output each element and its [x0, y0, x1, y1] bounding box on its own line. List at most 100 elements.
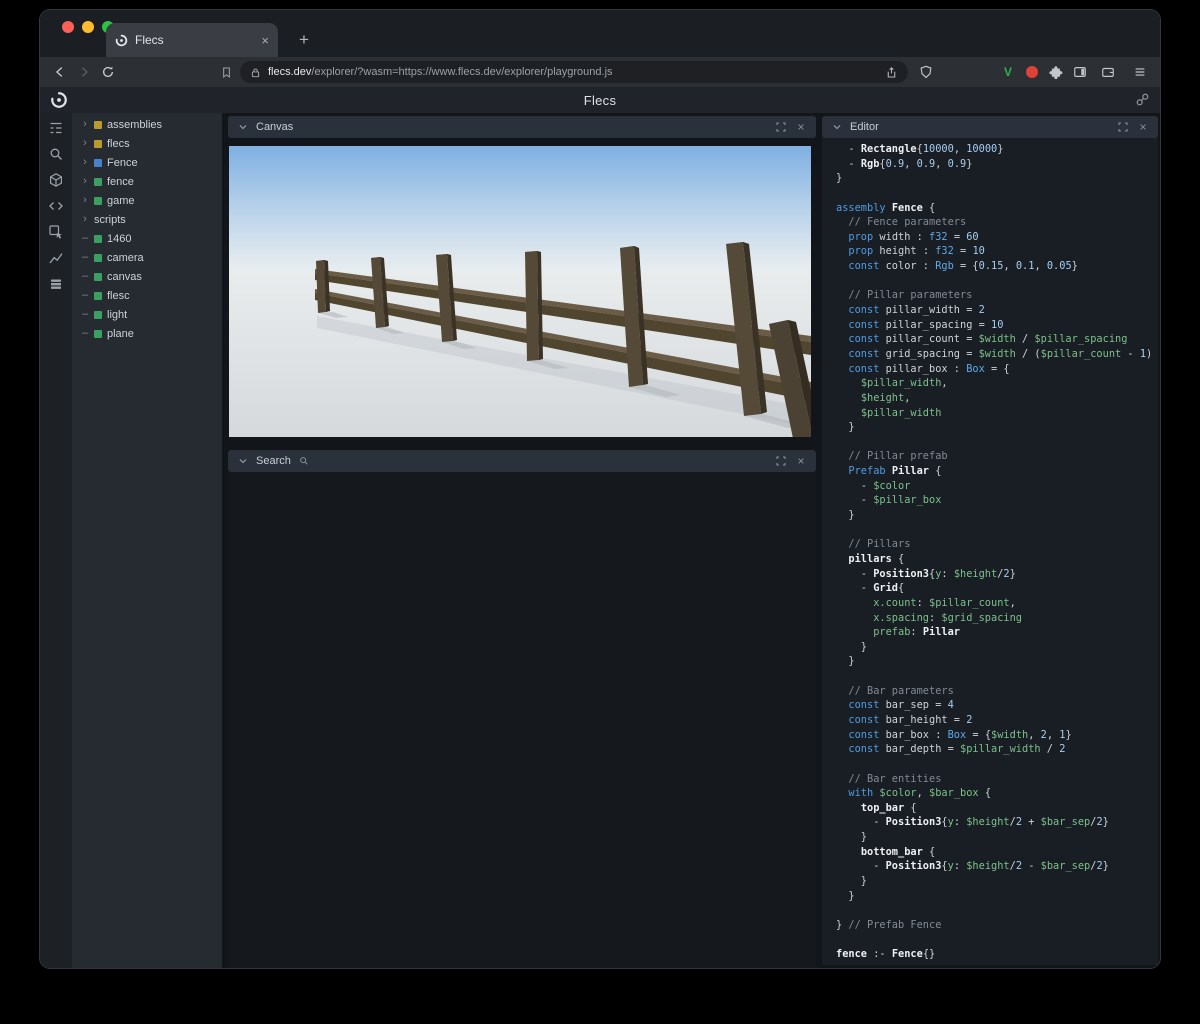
code-line: bottom_bar { [860, 845, 936, 858]
inspect-icon[interactable] [46, 222, 66, 242]
search-panel: Search × [228, 450, 816, 968]
code-line: } [836, 509, 855, 522]
editor-panel-title: Editor [850, 121, 879, 133]
entity-color-square [94, 253, 102, 262]
search-results-area[interactable] [228, 472, 816, 968]
tree-item-flecs[interactable]: › flecs [72, 134, 222, 153]
code-line: x.count: $pillar_count, [873, 596, 1016, 609]
share-icon[interactable] [885, 66, 898, 79]
close-icon[interactable]: × [794, 454, 808, 468]
tree-item-label: canvas [107, 270, 142, 283]
close-icon[interactable]: × [1136, 120, 1150, 134]
code-icon[interactable] [46, 196, 66, 216]
link-icon[interactable] [1135, 92, 1150, 107]
code-line: prop width : f32 = 60 [848, 230, 979, 243]
tree-item-canvas[interactable]: – canvas [72, 267, 222, 286]
code-editor[interactable]: - Rectangle{10000, 10000} - Rgb{0.9, 0.9… [822, 138, 1158, 965]
extension-red-icon[interactable] [1022, 62, 1042, 82]
flecs-logo-icon[interactable] [50, 91, 68, 109]
expand-arrow-icon[interactable]: › [81, 195, 89, 206]
editor-panel-header[interactable]: Editor × [822, 116, 1158, 138]
tree-item-label: flesc [107, 289, 130, 302]
fence-scene [229, 146, 811, 437]
expand-arrow-icon[interactable]: › [81, 157, 89, 168]
tree-item-Fence[interactable]: › Fence [72, 153, 222, 172]
browser-tab[interactable]: Flecs × [106, 23, 278, 57]
canvas-panel-header[interactable]: Canvas × [228, 116, 816, 138]
entity-color-square [94, 196, 102, 205]
expand-icon[interactable] [774, 454, 788, 468]
code-line: const grid_spacing = $width / ($pillar_c… [848, 347, 1153, 360]
window-minimize-button[interactable] [82, 21, 94, 33]
shield-icon[interactable] [916, 62, 936, 82]
code-line: } [836, 655, 855, 668]
hierarchy-icon[interactable] [46, 118, 66, 138]
expand-icon[interactable] [774, 120, 788, 134]
code-line: pillars { [848, 552, 905, 565]
tree-item-game[interactable]: › game [72, 191, 222, 210]
puzzle-icon[interactable] [1046, 62, 1066, 82]
code-line: - Rectangle{10000, 10000} [836, 143, 1004, 155]
menu-icon[interactable] [1130, 62, 1150, 82]
code-line: } [836, 889, 855, 902]
code-line: const pillar_box : Box = { [848, 362, 1010, 375]
expand-arrow-icon[interactable]: › [81, 214, 89, 225]
code-line: const bar_height = 2 [848, 713, 973, 726]
url-bar[interactable]: flecs.dev/explorer/?wasm=https://www.fle… [240, 61, 908, 83]
expand-arrow-icon[interactable]: › [81, 138, 89, 149]
chevron-down-icon[interactable] [236, 454, 250, 468]
expand-arrow-icon[interactable]: › [81, 176, 89, 187]
entity-color-square [94, 177, 102, 186]
chevron-down-icon[interactable] [236, 120, 250, 134]
expand-arrow-icon[interactable]: › [81, 119, 89, 130]
tree-item-light[interactable]: – light [72, 305, 222, 324]
code-line: - $pillar_box [836, 494, 942, 507]
forward-icon[interactable] [74, 62, 94, 82]
code-line: fence :- Fence{} [836, 948, 936, 961]
tree-item-1460[interactable]: – 1460 [72, 229, 222, 248]
code-line: $height, [860, 391, 911, 404]
3d-viewport[interactable] [229, 146, 811, 437]
entities-icon[interactable] [46, 170, 66, 190]
leaf-dash-icon: – [81, 232, 89, 244]
new-tab-button[interactable]: + [292, 28, 316, 52]
close-icon[interactable]: × [794, 120, 808, 134]
reload-icon[interactable] [98, 62, 118, 82]
tree-item-assemblies[interactable]: › assemblies [72, 115, 222, 134]
sidebar-toggle-icon[interactable] [1070, 62, 1090, 82]
tree-item-flesc[interactable]: – flesc [72, 286, 222, 305]
code-line: const bar_sep = 4 [848, 699, 954, 712]
code-line: } [836, 172, 843, 185]
code-line: // Pillars [836, 538, 911, 551]
tree-item-label: camera [107, 251, 144, 264]
tree-item-fence[interactable]: › fence [72, 172, 222, 191]
window-close-button[interactable] [62, 21, 74, 33]
memory-icon[interactable] [46, 274, 66, 294]
chevron-down-icon[interactable] [830, 120, 844, 134]
search-panel-header[interactable]: Search × [228, 450, 816, 472]
tree-item-label: assemblies [107, 118, 163, 131]
code-line: } [836, 640, 867, 653]
tab-close-icon[interactable]: × [261, 34, 269, 47]
tree-item-scripts[interactable]: › scripts [72, 210, 222, 229]
code-line: const bar_depth = $pillar_width / 2 [848, 743, 1066, 756]
tree-item-camera[interactable]: – camera [72, 248, 222, 267]
code-line: // Pillar parameters [836, 289, 973, 302]
search-icon[interactable] [46, 144, 66, 164]
bookmark-icon[interactable] [216, 62, 236, 82]
code-line: prefab: Pillar [873, 626, 961, 639]
browser-window: Flecs × + flecs.dev/explorer/?wasm=https… [40, 10, 1160, 968]
code-line: - $color [836, 479, 911, 492]
expand-icon[interactable] [1116, 120, 1130, 134]
wallet-icon[interactable] [1098, 62, 1118, 82]
back-icon[interactable] [50, 62, 70, 82]
stats-icon[interactable] [46, 248, 66, 268]
extension-v-icon[interactable]: V [998, 62, 1018, 82]
code-line: Prefab Pillar { [848, 465, 942, 478]
tree-item-plane[interactable]: – plane [72, 324, 222, 343]
